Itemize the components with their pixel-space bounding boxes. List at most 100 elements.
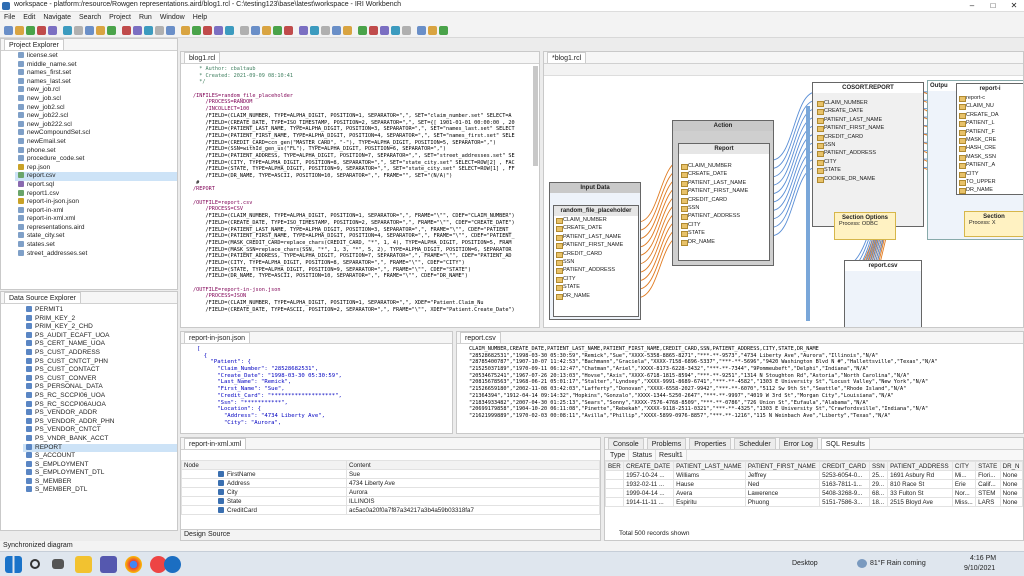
menu-edit[interactable]: Edit (19, 12, 39, 23)
project-file-item[interactable]: report1.csv (15, 189, 177, 199)
task-view-icon[interactable] (52, 559, 64, 569)
diagram-field[interactable]: CITY (679, 221, 769, 230)
report-csv-node[interactable]: report.csv (844, 260, 922, 327)
toolbar-button-icon[interactable] (4, 26, 13, 35)
toolbar-button-icon[interactable] (369, 26, 378, 35)
sql-col-header[interactable]: DR_N (999, 461, 1024, 471)
windows-start-icon[interactable] (5, 556, 22, 573)
diagram-field[interactable]: CLAIM_NUMBER (679, 162, 769, 171)
data-source-table-item[interactable]: PRIM_KEY_2_CHD (23, 323, 177, 332)
project-file-item[interactable]: license.set (15, 52, 177, 61)
json-text[interactable]: [ { "Patient": { "Claim_Number": "285286… (181, 344, 452, 426)
action-node[interactable]: Action Report CLAIM_NUMBER CREATE_DATE PAT… (672, 120, 774, 266)
data-source-table-item[interactable]: PS_RC_SCCPI06AUOA (23, 400, 177, 410)
project-file-item[interactable]: newCompoundSet.scl (15, 129, 177, 138)
toolbar-button-icon[interactable] (299, 26, 308, 35)
diagram-field[interactable]: PATIENT_ADDRESS (815, 149, 923, 158)
toolbar-button-icon[interactable] (26, 26, 35, 35)
diagram-field[interactable]: CITY (554, 275, 638, 284)
search-icon[interactable] (30, 559, 40, 569)
toolbar-button-icon[interactable] (166, 26, 175, 35)
tab-properties[interactable]: Properties (689, 438, 732, 449)
project-file-item[interactable]: rep.json (15, 163, 177, 173)
sql-row[interactable]: 1932-02-11 ... Hause Ned 5163-7811-1... 29..… (604, 479, 1024, 489)
diagram-field[interactable]: CREDIT_CARD (554, 250, 638, 258)
toolbar-button-icon[interactable] (225, 26, 234, 35)
tab-sql-results[interactable]: SQL Results (820, 438, 870, 449)
data-source-table-item[interactable]: PS_CUST_CONVER (23, 374, 177, 384)
data-source-table-item[interactable]: S_EMPLOYMENT_DTL (23, 469, 177, 478)
toolbar-button-icon[interactable] (96, 26, 105, 35)
diagram-field[interactable]: CLAIM_NU (957, 102, 1023, 111)
diagram-field[interactable]: PATIENT_LAST_NAME (554, 233, 638, 242)
project-file-item[interactable]: names_first.set (15, 69, 177, 78)
toolbar-button-icon[interactable] (391, 26, 400, 35)
diagram-field[interactable]: PATIENT_LAST_NAME (679, 179, 769, 188)
project-file-item[interactable]: new_job.scl (15, 94, 177, 104)
weather-text[interactable]: 81°F Rain coming (870, 560, 926, 567)
toolbar-button-icon[interactable] (181, 26, 190, 35)
project-file-item[interactable]: middle_name.set (15, 60, 177, 70)
project-file-item[interactable]: procedure_code.set (15, 155, 177, 164)
diagram-field[interactable]: PATIENT_ADDRESS (679, 212, 769, 221)
data-source-table-item[interactable]: PS_CUST_CONTACT (23, 366, 177, 375)
toolbar-button-icon[interactable] (251, 26, 260, 35)
tab-report-xml[interactable]: report-in-xml.xml (184, 438, 247, 449)
minimize-icon[interactable]: – (962, 0, 982, 12)
xml-col-node[interactable]: Node (181, 460, 347, 470)
xml-row[interactable]: State ILLINOIS (181, 496, 600, 506)
cosort-node[interactable]: COSORT.REPORT CLAIM_NUMBER CREATE_DATE PAT… (812, 82, 924, 227)
report-node[interactable]: Report CLAIM_NUMBER CREATE_DATE PATIENT_LA… (678, 143, 770, 261)
teams-icon[interactable] (100, 556, 117, 573)
tab-console[interactable]: Console (608, 438, 644, 449)
input-data-node[interactable]: Input Data random_file_placeholder CLAIM… (549, 182, 641, 320)
toolbar-button-icon[interactable] (343, 26, 352, 35)
diagram-field[interactable]: CREDIT_CARD (815, 133, 923, 141)
data-source-table-item[interactable]: PS_VENDOR_ADDR (23, 409, 177, 418)
tab-scheduler[interactable]: Scheduler (734, 438, 776, 449)
toolbar-button-icon[interactable] (402, 26, 411, 35)
diagram-field[interactable]: CITY (957, 170, 1023, 178)
toolbar-button-icon[interactable] (214, 26, 223, 35)
toolbar-button-icon[interactable] (273, 26, 282, 35)
sql-col-header[interactable]: CREDIT_CARD (819, 461, 871, 471)
data-source-table-item[interactable]: S_ACCOUNT (23, 452, 177, 461)
project-file-item[interactable]: representations.aird (15, 223, 177, 233)
tab-data-source-explorer[interactable]: Data Source Explorer (4, 292, 81, 303)
sql-col-header[interactable]: PATIENT_FIRST_NAME (744, 461, 821, 471)
toolbar-button-icon[interactable] (321, 26, 330, 35)
diagram-field[interactable]: MASK_CRE (957, 136, 1023, 145)
sql-col-header[interactable]: SSN (869, 461, 889, 471)
file-explorer-icon[interactable] (75, 556, 92, 573)
data-source-table-item[interactable]: PS_VNDR_BANK_ACCT (23, 434, 177, 444)
diagram-field[interactable]: STATE (815, 166, 923, 175)
diagram-field[interactable]: CREATE_DA (957, 111, 1023, 120)
chrome-icon[interactable] (125, 556, 142, 573)
toolbar-button-icon[interactable] (284, 26, 293, 35)
tab-problems[interactable]: Problems (646, 438, 687, 449)
project-file-item[interactable]: phone.set (15, 146, 177, 156)
maximize-icon[interactable]: □ (983, 0, 1003, 12)
weather-icon[interactable] (857, 559, 867, 568)
toolbar-button-icon[interactable] (332, 26, 341, 35)
toolbar-button-icon[interactable] (122, 26, 131, 35)
iri-icon[interactable] (164, 556, 181, 573)
sql-row[interactable]: 1914-11-11 ... Espiritu Phuong 5151-7586-3.… (604, 497, 1024, 507)
toolbar-button-icon[interactable] (155, 26, 164, 35)
toolbar-button-icon[interactable] (428, 26, 437, 35)
menu-run[interactable]: Run (135, 12, 156, 23)
data-source-table-item[interactable]: PS_VENDOR_ADDR_PHN (23, 417, 177, 427)
diagram-field[interactable]: PATIENT_FIRST_NAME (815, 124, 923, 133)
xml-row[interactable]: City Aurora (181, 487, 600, 497)
data-source-table-item[interactable]: PS_RC_SCCPI06_UOA (23, 391, 177, 401)
data-source-table-item[interactable]: PS_CUST_CNTCT_PHN (23, 357, 177, 367)
sql-subtab[interactable]: Type (607, 450, 630, 461)
menu-search[interactable]: Search (75, 12, 105, 23)
diagram-field[interactable]: CITY (815, 158, 923, 167)
toolbar-button-icon[interactable] (203, 26, 212, 35)
sql-row[interactable]: 1999-04-14 ... Avera Lawerence 5408-3268-9.… (604, 488, 1024, 498)
project-file-item[interactable]: new_job.rcl (15, 86, 177, 95)
toolbar-button-icon[interactable] (240, 26, 249, 35)
data-source-table-item[interactable]: S_EMPLOYMENT (23, 460, 177, 470)
xml-row[interactable]: CreditCard ac5ac0a20f0a7f87a34217a3b4a59b… (181, 505, 600, 515)
